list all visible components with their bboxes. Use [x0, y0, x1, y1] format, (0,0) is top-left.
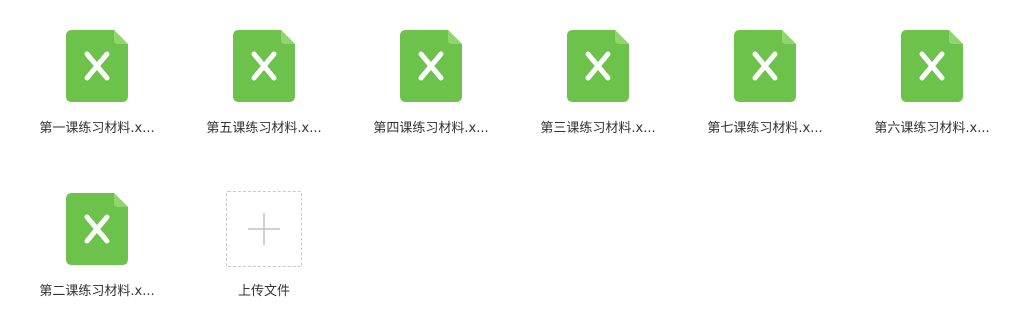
excel-file-icon	[734, 30, 796, 102]
file-name: 第七课练习材料.x...	[707, 121, 823, 136]
file-tile[interactable]: 第六课练习材料.x...	[862, 30, 1002, 137]
file-grid: 第一课练习材料.x... 第五课练习材料.x... 第四课练习材料.x... 第…	[0, 0, 1024, 323]
file-name: 第二课练习材料.x...	[39, 284, 155, 299]
excel-file-icon	[400, 30, 462, 102]
file-name: 第五课练习材料.x...	[206, 121, 322, 136]
file-tile[interactable]: 第五课练习材料.x...	[194, 30, 334, 137]
excel-file-icon	[66, 30, 128, 102]
file-name: 第四课练习材料.x...	[373, 121, 489, 136]
excel-file-icon	[901, 30, 963, 102]
upload-label: 上传文件	[237, 284, 290, 299]
file-tile[interactable]: 第七课练习材料.x...	[695, 30, 835, 137]
file-name: 第一课练习材料.x...	[39, 121, 155, 136]
file-tile[interactable]: 第一课练习材料.x...	[27, 30, 167, 137]
upload-tile[interactable]: 上传文件	[194, 191, 334, 300]
plus-icon	[248, 213, 280, 245]
excel-file-icon	[567, 30, 629, 102]
file-tile[interactable]: 第二课练习材料.x...	[27, 193, 167, 300]
excel-file-icon	[233, 30, 295, 102]
file-name: 第三课练习材料.x...	[540, 121, 656, 136]
excel-file-icon	[66, 193, 128, 265]
file-name: 第六课练习材料.x...	[874, 121, 990, 136]
file-tile[interactable]: 第三课练习材料.x...	[528, 30, 668, 137]
file-tile[interactable]: 第四课练习材料.x...	[361, 30, 501, 137]
upload-button[interactable]	[226, 191, 302, 267]
